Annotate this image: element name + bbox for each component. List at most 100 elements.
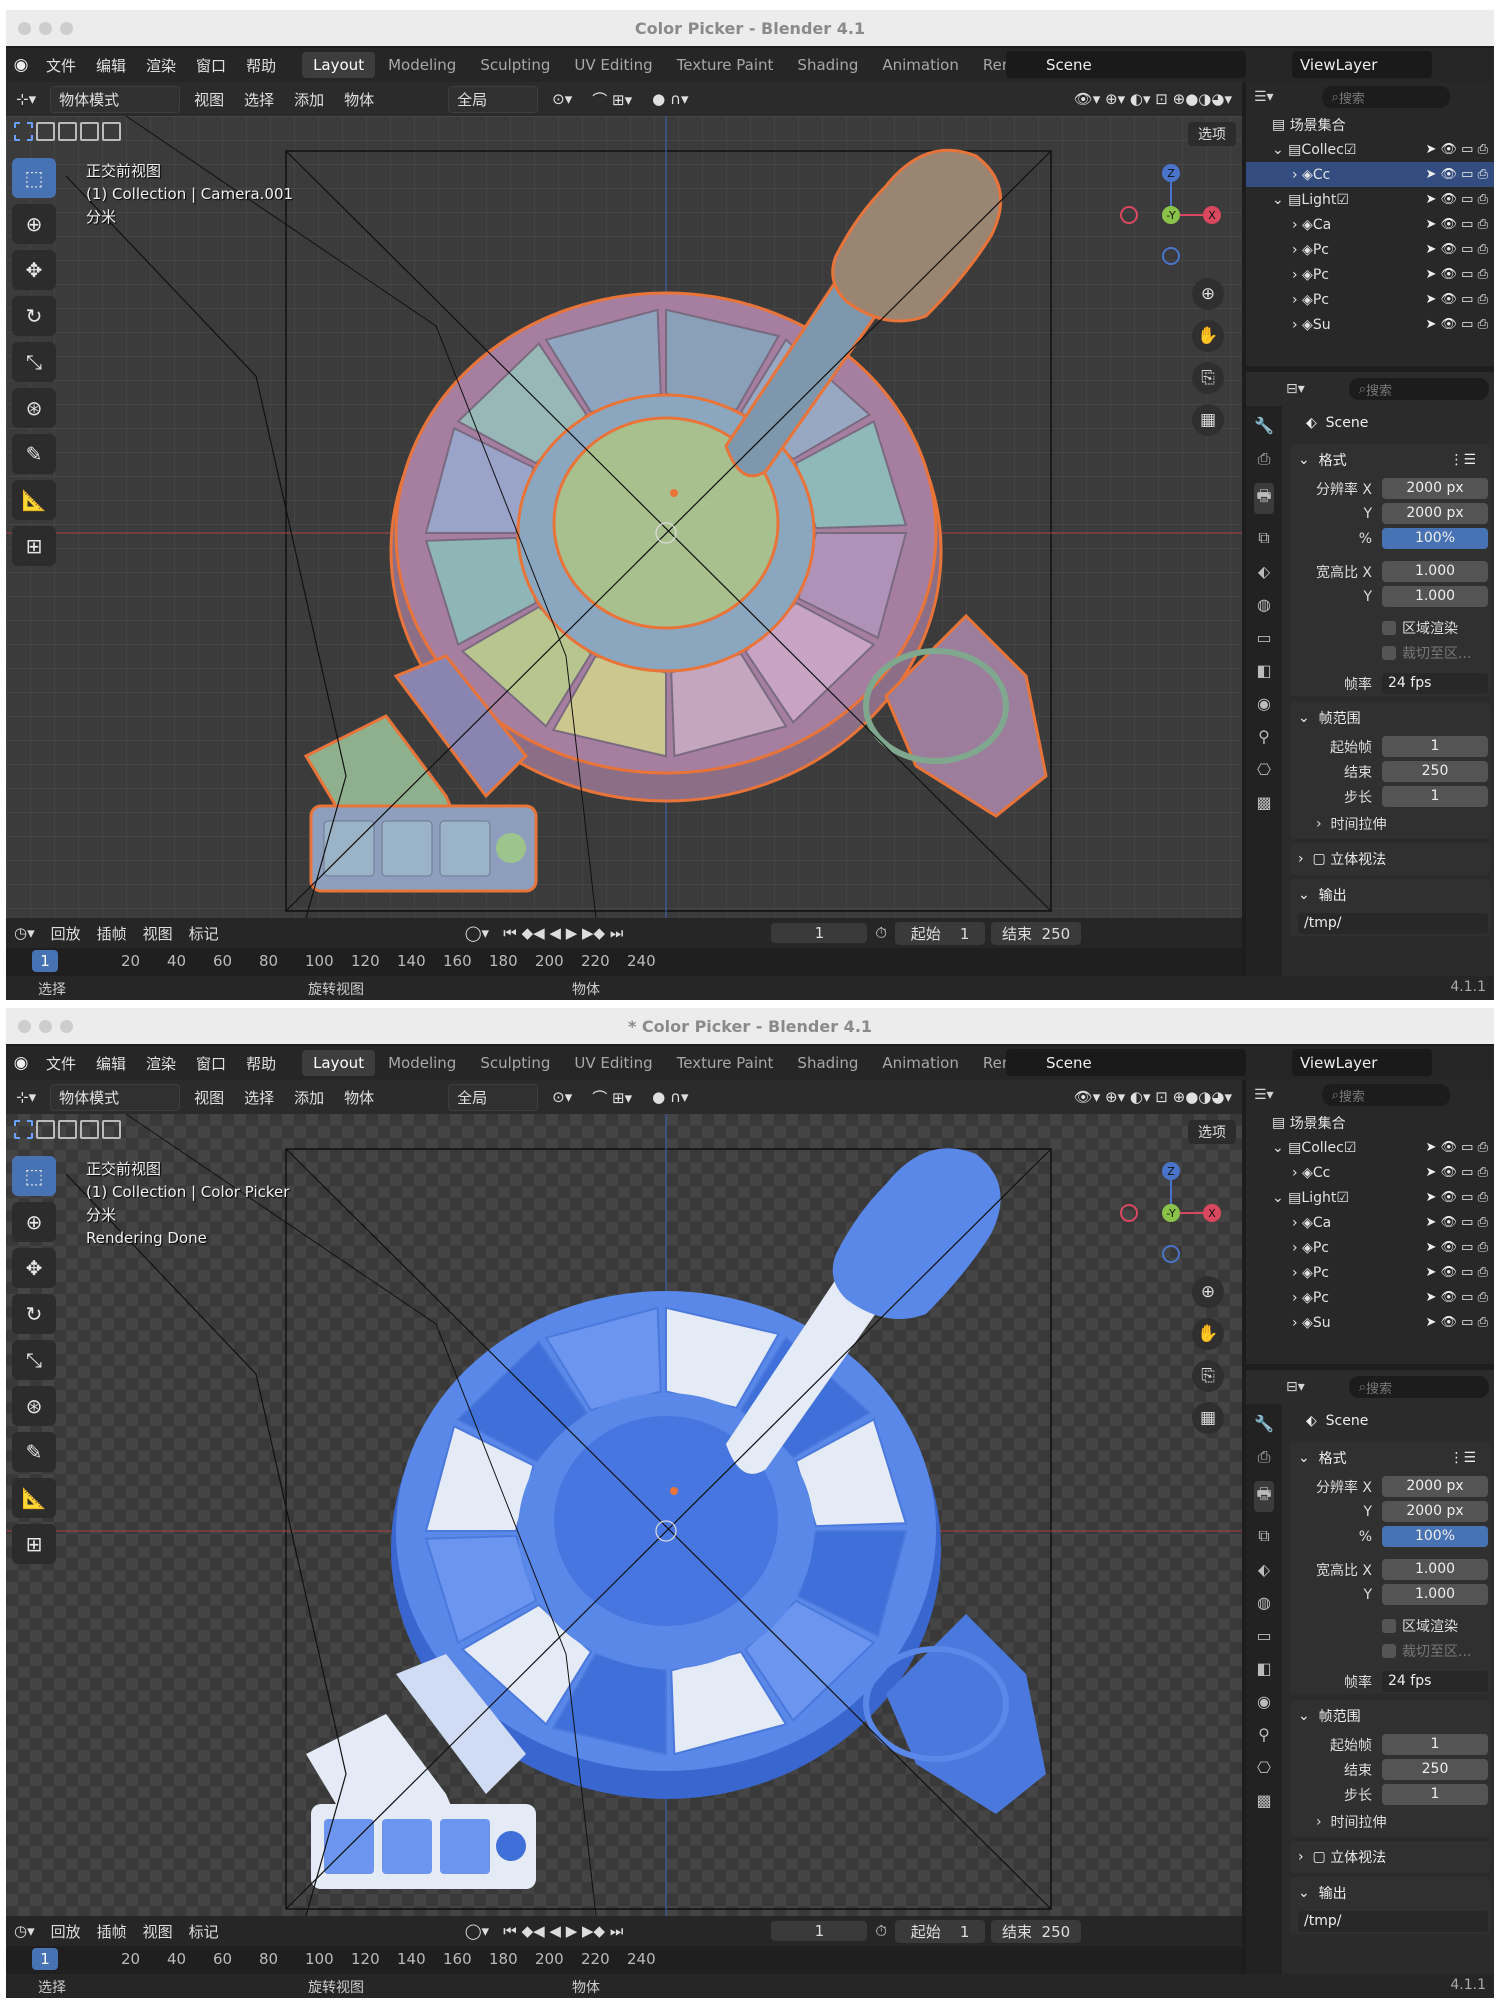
- texture-tab-icon[interactable]: ▩: [1256, 1791, 1271, 1810]
- tab-sculpting[interactable]: Sculpting: [469, 52, 561, 78]
- tab-uv-editing[interactable]: UV Editing: [563, 52, 663, 78]
- marker-menu[interactable]: 标记: [181, 923, 227, 944]
- outliner-search[interactable]: ⌕ 搜索: [1321, 86, 1450, 108]
- menu-render[interactable]: 渲染: [136, 55, 186, 76]
- end-frame-field[interactable]: 结束 250: [991, 1919, 1082, 1943]
- properties-editor-icon[interactable]: ⊟▾: [1286, 381, 1305, 397]
- properties-search[interactable]: ⌕ 搜索: [1348, 378, 1489, 400]
- mode-dropdown[interactable]: 物体模式: [50, 85, 181, 113]
- outliner-item[interactable]: › ◈ Pc ➤ 👁 ▭ ⎙: [1246, 237, 1494, 262]
- 3d-viewport[interactable]: 选项 ⬚ ⊕ ✥ ↻ ⤡ ⊛ ✎ 📐 ⊞ 正交前视图 (1) Collectio…: [6, 116, 1242, 918]
- scene-selector[interactable]: Scene: [1006, 51, 1246, 78]
- visibility-toggles-icon[interactable]: ➤ 👁 ▭ ⎙: [1426, 217, 1488, 232]
- menu-object[interactable]: 物体: [334, 1087, 384, 1108]
- editor-type-icon[interactable]: ⊹▾: [6, 90, 46, 108]
- editor-type-icon[interactable]: ⊹▾: [6, 1088, 46, 1106]
- 3d-viewport[interactable]: 选项 ⬚ ⊕ ✥ ↻ ⤡ ⊛ ✎ 📐 ⊞ 正交前视图 (1) Collectio…: [6, 1114, 1242, 1916]
- current-frame-field[interactable]: 1: [771, 1921, 868, 1941]
- scene-selector[interactable]: Scene: [1006, 1049, 1246, 1076]
- aspect-y-field[interactable]: 1.000: [1382, 1584, 1488, 1605]
- collection-tab-icon[interactable]: ▭: [1256, 628, 1271, 647]
- pivot-icon[interactable]: ⊙▾: [542, 1088, 582, 1106]
- rotate-tool-icon[interactable]: ↻: [12, 1294, 56, 1334]
- crop-region-checkbox[interactable]: 裁切至区...: [1382, 1641, 1471, 1661]
- tab-modeling[interactable]: Modeling: [377, 1050, 467, 1076]
- stereoscopy-panel[interactable]: › ▢ 立体视法: [1290, 1841, 1490, 1873]
- frame-start-field[interactable]: 1: [1382, 1734, 1488, 1755]
- window-controls[interactable]: [18, 22, 73, 35]
- visibility-toggles-icon[interactable]: ➤ 👁 ▭ ⎙: [1426, 267, 1488, 282]
- visibility-toggles-icon[interactable]: ➤ 👁 ▭ ⎙: [1426, 1290, 1488, 1305]
- tool-tab-icon[interactable]: 🔧: [1254, 1414, 1274, 1433]
- zoom-icon[interactable]: ⊕: [1192, 1276, 1224, 1308]
- frame-cursor[interactable]: 1: [32, 950, 58, 972]
- render-region-checkbox[interactable]: 区域渲染: [1382, 1616, 1458, 1636]
- constraints-tab-icon[interactable]: ⚲: [1258, 727, 1270, 746]
- outliner-item[interactable]: ⌄ ▤ Light ☑ ➤ 👁 ▭ ⎙: [1246, 1185, 1494, 1210]
- timeline-editor-icon[interactable]: ◷▾: [6, 1922, 43, 1940]
- menu-file[interactable]: 文件: [36, 55, 86, 76]
- blender-logo-icon[interactable]: ◉: [6, 55, 36, 75]
- menu-edit[interactable]: 编辑: [86, 55, 136, 76]
- menu-view[interactable]: 视图: [184, 1087, 234, 1108]
- scene-tab-icon[interactable]: ⬖: [1258, 562, 1270, 581]
- annotate-tool-icon[interactable]: ✎: [12, 1432, 56, 1472]
- navigation-gizmo[interactable]: Z X -Y: [1116, 160, 1226, 270]
- visibility-toggles-icon[interactable]: ➤ 👁 ▭ ⎙: [1426, 1140, 1488, 1155]
- playback-menu[interactable]: 回放: [43, 923, 89, 944]
- annotate-tool-icon[interactable]: ✎: [12, 434, 56, 474]
- output-path-field[interactable]: /tmp/: [1298, 913, 1488, 934]
- options-dropdown[interactable]: 选项: [1188, 1120, 1236, 1144]
- measure-tool-icon[interactable]: 📐: [12, 1478, 56, 1518]
- outliner-item[interactable]: › ◈ Pc ➤ 👁 ▭ ⎙: [1246, 287, 1494, 312]
- aspect-x-field[interactable]: 1.000: [1382, 561, 1488, 582]
- select-mode-buttons[interactable]: [14, 122, 121, 141]
- stopwatch-icon[interactable]: ⏱: [867, 924, 895, 942]
- physics-tab-icon[interactable]: ◉: [1257, 694, 1271, 713]
- world-tab-icon[interactable]: ◍: [1257, 595, 1271, 614]
- outliner-item[interactable]: › ◈ Cc ➤ 👁 ▭ ⎙: [1246, 162, 1494, 187]
- visibility-toggles-icon[interactable]: ➤ 👁 ▭ ⎙: [1426, 1165, 1488, 1180]
- outliner-item[interactable]: › ◈ Pc ➤ 👁 ▭ ⎙: [1246, 1260, 1494, 1285]
- resolution-x-field[interactable]: 2000 px: [1382, 478, 1488, 499]
- select-box-tool-icon[interactable]: ⬚: [12, 1156, 56, 1196]
- output-tab-icon[interactable]: 🖶: [1254, 483, 1274, 514]
- rotate-tool-icon[interactable]: ↻: [12, 296, 56, 336]
- start-frame-field[interactable]: 起始 1: [895, 1919, 986, 1943]
- orientation-dropdown[interactable]: 全局: [448, 1083, 539, 1111]
- outliner-item[interactable]: › ◈ Pc ➤ 👁 ▭ ⎙: [1246, 1235, 1494, 1260]
- visibility-toggles-icon[interactable]: ➤ 👁 ▭ ⎙: [1426, 317, 1488, 332]
- scene-collection-row[interactable]: ▤ 场景集合: [1246, 112, 1494, 137]
- menu-add[interactable]: 添加: [284, 89, 334, 110]
- outliner-item[interactable]: › ◈ Su ➤ 👁 ▭ ⎙: [1246, 312, 1494, 337]
- physics-tab-icon[interactable]: ◉: [1257, 1692, 1271, 1711]
- frame-rate-dropdown[interactable]: 24 fps: [1382, 673, 1488, 694]
- frame-rate-dropdown[interactable]: 24 fps: [1382, 1671, 1488, 1692]
- tool-tab-icon[interactable]: 🔧: [1254, 416, 1274, 435]
- proportional-edit-icon[interactable]: ● ∩▾: [642, 1088, 698, 1106]
- menu-edit[interactable]: 编辑: [86, 1053, 136, 1074]
- scene-tab-icon[interactable]: ⬖: [1258, 1560, 1270, 1579]
- current-frame-field[interactable]: 1: [771, 923, 868, 943]
- grid-icon[interactable]: ▦: [1192, 1402, 1224, 1434]
- object-tab-icon[interactable]: ◧: [1256, 661, 1271, 680]
- view-layer-tab-icon[interactable]: ⧉: [1258, 528, 1269, 548]
- resolution-percent-field[interactable]: 100%: [1382, 1526, 1488, 1547]
- visibility-toggles-icon[interactable]: ➤ 👁 ▭ ⎙: [1426, 1190, 1488, 1205]
- menu-add[interactable]: 添加: [284, 1087, 334, 1108]
- menu-render[interactable]: 渲染: [136, 1053, 186, 1074]
- outliner-editor-icon[interactable]: ☰▾: [1254, 89, 1274, 105]
- format-panel-header[interactable]: ⌄ 格式 ⋮☰: [1290, 1442, 1490, 1474]
- menu-object[interactable]: 物体: [334, 89, 384, 110]
- render-tab-icon[interactable]: ⎙: [1258, 1447, 1271, 1467]
- tab-texture-paint[interactable]: Texture Paint: [666, 1050, 785, 1076]
- frame-cursor[interactable]: 1: [32, 1948, 58, 1970]
- move-tool-icon[interactable]: ✥: [12, 1248, 56, 1288]
- visibility-toggles-icon[interactable]: ➤ 👁 ▭ ⎙: [1426, 1315, 1488, 1330]
- add-cube-tool-icon[interactable]: ⊞: [12, 526, 56, 566]
- frame-range-header[interactable]: ⌄ 帧范围: [1290, 1700, 1490, 1732]
- orientation-dropdown[interactable]: 全局: [448, 85, 539, 113]
- menu-view[interactable]: 视图: [184, 89, 234, 110]
- outliner-search[interactable]: ⌕ 搜索: [1321, 1084, 1450, 1106]
- scene-collection-row[interactable]: ▤ 场景集合: [1246, 1110, 1494, 1135]
